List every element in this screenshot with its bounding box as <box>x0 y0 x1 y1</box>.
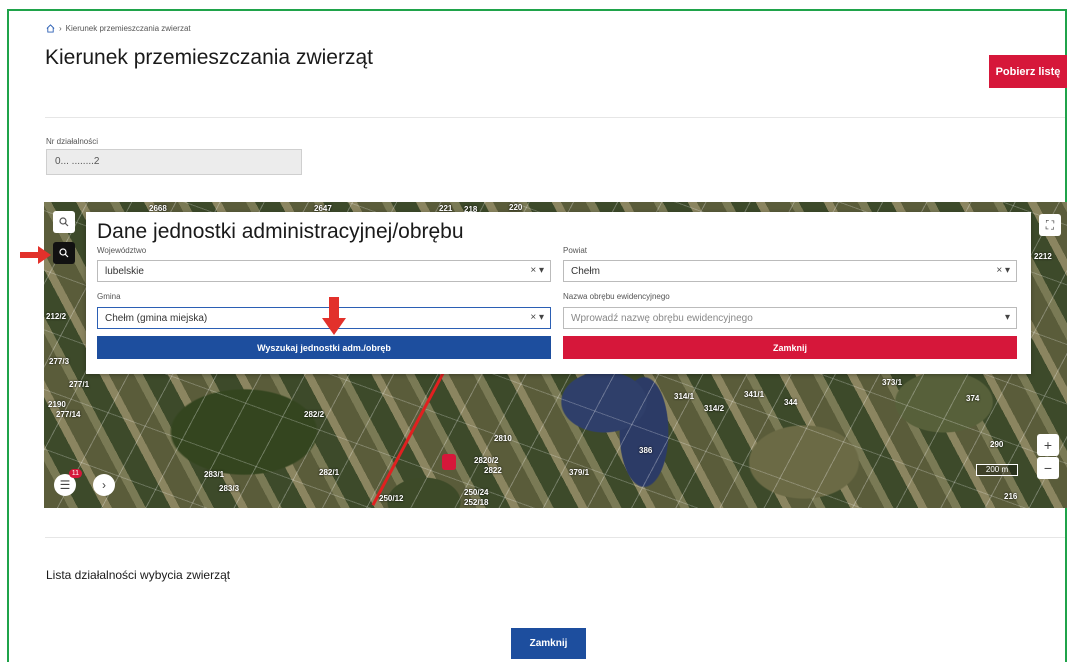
parcel-label: 2190 <box>48 400 66 409</box>
fullscreen-icon: ⛶ <box>1045 217 1055 232</box>
annotation-arrow-right-icon <box>20 246 51 264</box>
parcel-label: 220 <box>509 203 523 212</box>
parcel-label: 283/3 <box>219 484 240 493</box>
parcel-label: 250/12 <box>379 494 404 503</box>
layers-button[interactable]: ☰ 11 <box>54 469 82 496</box>
parcel-label: 379/1 <box>569 468 590 477</box>
download-list-button[interactable]: Pobierz listę <box>989 55 1067 88</box>
precinct-placeholder: Wprowadź nazwę obrębu ewidencyjnego <box>571 313 753 324</box>
breadcrumb: › Kierunek przemieszczania zwierzat <box>46 24 191 33</box>
clear-dropdown-icon[interactable]: × ▾ <box>996 265 1010 276</box>
divider <box>45 117 1065 118</box>
parcel-label: 2822 <box>484 466 502 475</box>
clear-dropdown-icon[interactable]: × ▾ <box>530 312 544 323</box>
fullscreen-button[interactable]: ⛶ <box>1039 214 1061 236</box>
district-value: Chełm <box>571 266 600 277</box>
parcel-label: 373/1 <box>882 378 903 387</box>
parcel-label: 314/1 <box>674 392 695 401</box>
breadcrumb-current: Kierunek przemieszczania zwierzat <box>65 24 191 33</box>
district-label: Powiat <box>563 246 588 255</box>
parcel-label: 2820/2 <box>474 456 499 465</box>
parcel-label: 341/1 <box>744 390 765 399</box>
precinct-select[interactable]: Wprowadź nazwę obrębu ewidencyjnego ▾ <box>563 307 1017 329</box>
home-icon[interactable] <box>46 24 55 33</box>
admin-unit-dialog: Dane jednostki administracyjnej/obrębu W… <box>86 212 1031 374</box>
chevron-right-icon: › <box>59 24 62 33</box>
voivodeship-value: lubelskie <box>105 266 144 277</box>
parcel-label: 212/2 <box>46 312 67 321</box>
chevron-right-icon: › <box>102 478 106 492</box>
parcel-label: 252/18 <box>464 498 489 507</box>
location-marker-icon[interactable] <box>442 454 456 470</box>
parcel-label: 283/1 <box>204 470 225 479</box>
parcel-label: 250/24 <box>464 488 489 497</box>
zoom-in-button[interactable]: + <box>1037 434 1059 456</box>
parcel-label: 2212 <box>1034 252 1052 261</box>
parcel-label: 374 <box>966 394 980 403</box>
parcel-label: 216 <box>1004 492 1018 501</box>
expand-panel-button[interactable]: › <box>93 474 115 496</box>
clear-dropdown-icon[interactable]: × ▾ <box>530 265 544 276</box>
scale-bar: 200 m <box>976 464 1018 476</box>
commune-label: Gmina <box>97 292 121 301</box>
layers-count-badge: 11 <box>68 469 82 478</box>
voivodeship-select[interactable]: lubelskie × ▾ <box>97 260 551 282</box>
parcel-label: 386 <box>639 446 653 455</box>
parcel-label: 277/1 <box>69 380 90 389</box>
page-title: Kierunek przemieszczania zwierząt <box>45 46 373 69</box>
voivodeship-label: Województwo <box>97 246 147 255</box>
zoom-out-button[interactable]: − <box>1037 457 1059 479</box>
search-admin-unit-button[interactable]: Wyszukaj jednostki adm./obręb <box>97 336 551 359</box>
parcel-label: 314/2 <box>704 404 725 413</box>
parcel-label: 2810 <box>494 434 512 443</box>
search-map-button[interactable] <box>53 211 75 233</box>
parcel-label: 282/1 <box>319 468 340 477</box>
commune-value: Chełm (gmina miejska) <box>105 313 208 324</box>
activity-number-field[interactable]: 0... ........2 <box>46 149 302 175</box>
search-icon <box>59 217 69 227</box>
precinct-label: Nazwa obrębu ewidencyjnego <box>563 292 670 301</box>
parcel-label: 277/14 <box>56 410 81 419</box>
parcel-label: 290 <box>990 440 1004 449</box>
dialog-title: Dane jednostki administracyjnej/obrębu <box>97 220 464 243</box>
divider <box>45 537 1065 538</box>
parcel-label: 344 <box>784 398 798 407</box>
search-icon <box>59 248 69 258</box>
chevron-down-icon[interactable]: ▾ <box>1005 312 1010 323</box>
parcel-label: 277/3 <box>49 357 70 366</box>
close-button[interactable]: Zamknij <box>511 628 586 659</box>
district-select[interactable]: Chełm × ▾ <box>563 260 1017 282</box>
admin-unit-search-button[interactable] <box>53 242 75 264</box>
activity-number-label: Nr działalności <box>46 137 99 146</box>
annotation-arrow-down-icon <box>322 297 346 335</box>
layers-icon: ☰ <box>59 478 71 492</box>
section-title: Lista działalności wybycia zwierząt <box>46 568 231 582</box>
close-dialog-button[interactable]: Zamknij <box>563 336 1017 359</box>
parcel-label: 282/2 <box>304 410 325 419</box>
